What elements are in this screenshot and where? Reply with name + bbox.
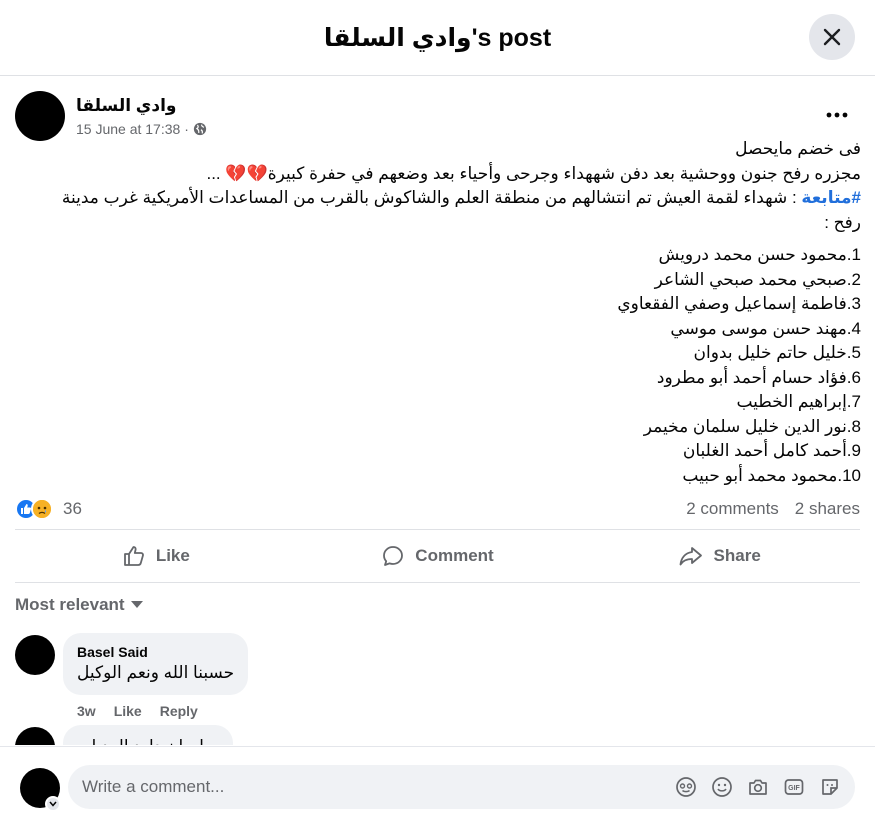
- like-button[interactable]: Like: [15, 530, 297, 582]
- close-button[interactable]: [809, 14, 855, 60]
- list-item: 6.فؤاد حسام أحمد أبو مطرود: [656, 367, 861, 387]
- post-dialog: وادي السلقا's post وادي السلقا 15 June a…: [0, 0, 875, 832]
- comment-text: حسبنا الله ونعم الوكيل: [77, 663, 235, 682]
- post-scroll-area[interactable]: وادي السلقا 15 June at 17:38 · فى خضم ما…: [0, 77, 875, 745]
- author-avatar[interactable]: [15, 91, 65, 141]
- hashtag-link[interactable]: #متابعة: [801, 188, 861, 207]
- sort-label: Most relevant: [15, 595, 125, 614]
- post-meta: 15 June at 17:38 ·: [76, 121, 207, 137]
- avatar-sticker-icon: [676, 777, 696, 797]
- reactions-summary[interactable]: 36: [15, 498, 82, 520]
- post-header: وادي السلقا 15 June at 17:38 ·: [15, 91, 207, 141]
- profile-switch-chevron-icon[interactable]: [45, 796, 61, 812]
- avatar-sticker-button[interactable]: [675, 776, 697, 798]
- gif-icon: GIF: [784, 779, 804, 795]
- comment-input[interactable]: [82, 777, 675, 797]
- list-item: 2.صبحي محمد صبحي الشاعر: [654, 269, 861, 289]
- camera-icon: [749, 779, 767, 795]
- comment-time[interactable]: 3w: [77, 703, 96, 719]
- more-horizontal-icon: [826, 112, 848, 118]
- list-item: 5.خليل حاتم خليل بدوان: [693, 343, 861, 362]
- list-item: 4.مهند حسن موسى موسي: [670, 318, 861, 338]
- comment-reply-button[interactable]: Reply: [160, 703, 198, 719]
- caret-down-icon: [130, 601, 143, 608]
- sad-reaction-icon: [31, 498, 53, 520]
- svg-text:GIF: GIF: [788, 785, 800, 792]
- list-item: 3.فاطمة إسماعيل وصفي الفقعاوي: [617, 294, 861, 313]
- post-body: فى خضم مايحصل مجزره رفح جنون ووحشية بعد …: [41, 137, 861, 235]
- list-item: 1.محمود حسن محمد درويش: [658, 245, 861, 264]
- author-name[interactable]: وادي السلقا: [76, 95, 207, 117]
- post-timestamp[interactable]: 15 June at 17:38 ·: [76, 121, 189, 137]
- gif-button[interactable]: GIF: [783, 776, 805, 798]
- comment-author[interactable]: Basel Said: [77, 643, 234, 661]
- close-icon: [823, 28, 841, 46]
- emoji-button[interactable]: [711, 776, 733, 798]
- dialog-title: وادي السلقا's post: [323, 23, 552, 52]
- comment-icon: [383, 546, 404, 566]
- post-text-line: فى خضم مايحصل: [735, 139, 861, 158]
- post-options-button[interactable]: [825, 103, 849, 127]
- comment-label: Comment: [415, 546, 494, 565]
- share-button[interactable]: Share: [578, 530, 860, 582]
- comment-input-box[interactable]: GIF: [68, 765, 855, 809]
- comment-text: سليمان داود العديلي: [77, 735, 219, 745]
- comment-composer: GIF: [0, 746, 875, 832]
- reaction-count[interactable]: 36: [63, 499, 82, 519]
- like-icon: [123, 546, 144, 566]
- post-text-paragraph: #متابعة : شهداء لقمة العيش تم انتشالهم م…: [41, 186, 861, 235]
- list-item: 8.نور الدين خليل سلمان مخيمر: [643, 416, 861, 436]
- post-text-line: مجزره رفح جنون ووحشية بعد دفن شههداء وجر…: [206, 163, 861, 183]
- post-stats: 36 2 comments 2 shares: [15, 494, 860, 524]
- list-item: 7.إبراهيم الخطيب: [736, 392, 861, 411]
- list-item: 9.أحمد كامل أحمد الغلبان: [682, 441, 861, 460]
- comment-like-button[interactable]: Like: [114, 703, 142, 719]
- post-action-bar: Like Comment Share: [15, 529, 860, 583]
- comment-button[interactable]: Comment: [297, 530, 579, 582]
- comment-actions: 3w Like Reply: [63, 703, 248, 719]
- sticker-icon: [822, 779, 838, 795]
- comment-avatar[interactable]: [15, 727, 55, 745]
- sticker-button[interactable]: [819, 776, 841, 798]
- comment-bubble: Basel Said حسبنا الله ونعم الوكيل: [63, 633, 249, 695]
- composer-tools: GIF: [675, 776, 841, 798]
- like-label: Like: [155, 546, 190, 565]
- camera-button[interactable]: [747, 776, 769, 798]
- comments-count[interactable]: 2 comments: [686, 499, 779, 519]
- shares-count[interactable]: 2 shares: [795, 499, 860, 519]
- comment-avatar[interactable]: [15, 635, 55, 675]
- post-text-rest: : شهداء لقمة العيش تم انتشالهم من منطقة …: [61, 188, 861, 232]
- comment-item: سليمان داود العديلي: [15, 725, 233, 745]
- share-label: Share: [713, 546, 761, 565]
- dialog-header: وادي السلقا's post: [0, 0, 875, 76]
- comment-item: Basel Said حسبنا الله ونعم الوكيل 3w Lik…: [15, 633, 249, 719]
- globe-icon: [193, 122, 206, 136]
- comment-bubble: سليمان داود العديلي: [63, 725, 233, 745]
- emoji-icon: [712, 777, 732, 797]
- list-item: 10.محمود محمد أبو حبيب: [682, 465, 861, 485]
- share-icon: [679, 547, 702, 566]
- names-list: 1.محمود حسن محمد درويش 2.صبحي محمد صبحي …: [41, 243, 861, 488]
- comment-sort-dropdown[interactable]: Most relevant: [15, 595, 143, 615]
